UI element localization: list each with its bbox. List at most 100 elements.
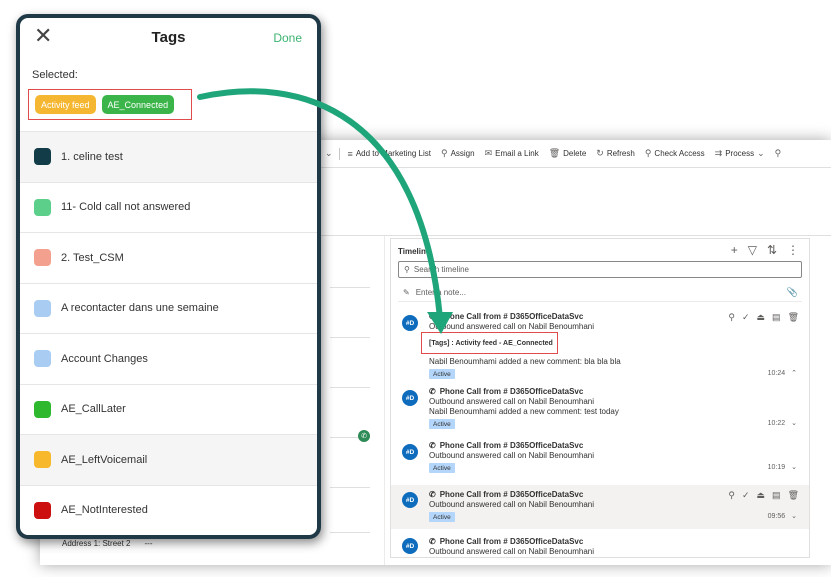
process-icon: ⇉ <box>714 148 723 158</box>
email-a-link-button[interactable]: ✉ Email a Link <box>485 148 539 159</box>
done-button[interactable]: Done <box>273 31 302 45</box>
filter-icon[interactable]: ▽ <box>748 243 757 257</box>
address-label: Address 1: Street 2 <box>62 539 131 548</box>
check-access-button[interactable]: ⚲ Check Access <box>645 148 705 159</box>
record-time: 09:56 ⌄ <box>768 512 797 521</box>
list-item[interactable]: A recontacter dans une semaine <box>20 282 317 334</box>
command-label: Add to Marketing List <box>355 149 431 158</box>
list-item[interactable]: AE_NotInterested <box>20 484 317 536</box>
chevron-down-icon[interactable]: ⌄ <box>791 512 797 520</box>
tag-label: AE_NotInterested <box>61 504 148 517</box>
list-icon: ≡ <box>347 148 353 159</box>
trash-icon: 🗑 <box>548 148 561 158</box>
timeline-record[interactable]: #D ✆ Phone Call from # D365OfficeDataSvc … <box>391 485 809 529</box>
selected-tag-chip[interactable]: AE_Connected <box>101 95 175 114</box>
tags-header: ✕ Tags Done <box>20 18 317 58</box>
flask-icon[interactable]: ⏏ <box>757 312 766 323</box>
command-label: Check Access <box>654 149 705 158</box>
chevron-down-icon[interactable]: ⌄ <box>791 419 797 427</box>
checkmark-icon[interactable]: ✓ <box>742 312 750 323</box>
list-item[interactable]: 11- Cold call not answered <box>20 181 317 233</box>
timeline-toolbar: + ▽ ⇅ ⋮ <box>731 243 799 257</box>
timeline-record[interactable]: #D ✆ Phone Call from # D365OfficeDataSvc … <box>391 305 809 381</box>
avatar: #D <box>402 492 418 508</box>
add-icon[interactable]: + <box>731 243 738 257</box>
timeline-search-input[interactable]: ⚲ Search timeline <box>398 261 802 278</box>
assign-icon[interactable]: ⚲ <box>728 312 735 323</box>
tag-color-swatch <box>34 148 51 166</box>
selected-tag-chip[interactable]: Activity feed <box>35 95 96 114</box>
refresh-button[interactable]: ↻ Refresh <box>596 148 635 159</box>
address-value[interactable]: --- <box>144 539 152 548</box>
chevron-up-icon[interactable]: ⌃ <box>791 369 797 377</box>
status-badge: Active <box>429 369 455 379</box>
list-item[interactable]: 1. celine test <box>20 131 317 182</box>
timeline-record[interactable]: #D ✆ Phone Call from # D365OfficeDataSvc … <box>391 532 809 559</box>
tag-color-swatch <box>34 400 51 418</box>
location-icon[interactable]: ⚲ <box>775 148 782 159</box>
timeline-record[interactable]: #D ✆ Phone Call from # D365OfficeDataSvc … <box>391 436 809 480</box>
tag-label: Account Changes <box>61 352 148 365</box>
search-placeholder: Search timeline <box>413 265 469 274</box>
selected-tags: Activity feed AE_Connected <box>28 89 192 120</box>
search-person-icon: ⚲ <box>644 148 652 158</box>
avatar: #D <box>402 538 418 554</box>
record-title-text: Phone Call from # D365OfficeDataSvc <box>439 490 584 499</box>
chevron-down-icon: ⌄ <box>757 148 765 158</box>
record-title-text: Phone Call from # D365OfficeDataSvc <box>439 537 584 546</box>
sort-icon[interactable]: ⇅ <box>767 243 777 257</box>
record-description: Outbound answered call on Nabil Benoumha… <box>429 397 594 406</box>
command-label: Delete <box>563 149 587 158</box>
timeline-title: Timeline <box>398 247 431 256</box>
open-record-icon[interactable]: ▤ <box>772 312 781 323</box>
list-item[interactable]: AE_CallLater <box>20 383 317 435</box>
tag-label: AE_LeftVoicemail <box>61 453 148 466</box>
trash-icon[interactable]: 🗑 <box>788 312 799 323</box>
list-item[interactable]: 2. Test_CSM <box>20 232 317 283</box>
avatar: #D <box>402 444 418 460</box>
assign-button[interactable]: ⚲ Assign <box>441 148 475 159</box>
record-title: ✆ Phone Call from # D365OfficeDataSvc <box>429 387 583 396</box>
process-button[interactable]: ⇉ Process ⌄ <box>715 148 765 159</box>
command-label: Email a Link <box>495 149 539 158</box>
phone-icon[interactable]: ✆ <box>358 430 370 442</box>
form-divider <box>330 287 370 288</box>
list-item[interactable]: AE_LeftVoicemail <box>20 434 317 485</box>
chevron-down-icon[interactable]: ⌄ <box>325 148 333 159</box>
form-divider <box>330 387 370 388</box>
command-label: Assign <box>450 149 475 158</box>
more-icon[interactable]: ⋮ <box>787 243 799 257</box>
tag-color-swatch <box>34 501 51 519</box>
timeline-panel: Timeline + ▽ ⇅ ⋮ ⚲ Search timeline ✎ Ent… <box>390 238 810 558</box>
time-text: 10:22 <box>767 419 786 427</box>
chevron-down-icon[interactable]: ⌄ <box>791 463 797 471</box>
phone-call-icon: ✆ <box>429 490 436 499</box>
command-label: Process <box>725 149 755 158</box>
tag-color-swatch <box>34 299 51 317</box>
record-title: ✆ Phone Call from # D365OfficeDataSvc <box>429 312 583 321</box>
selected-label: Selected: <box>32 69 78 81</box>
note-input[interactable]: ✎ Enter a note... 📎 <box>398 284 802 302</box>
delete-button[interactable]: 🗑 Delete <box>549 148 587 159</box>
list-item[interactable]: Account Changes <box>20 333 317 384</box>
record-description: Outbound answered call on Nabil Benoumha… <box>429 451 594 460</box>
assign-icon[interactable]: ⚲ <box>728 490 735 501</box>
record-comment: Nabil Benoumhami added a new comment: te… <box>429 407 619 416</box>
trash-icon[interactable]: 🗑 <box>788 490 799 501</box>
tags-panel: ✕ Tags Done Selected: Activity feed AE_C… <box>16 14 321 539</box>
attachment-icon[interactable]: 📎 <box>787 287 798 298</box>
note-placeholder: Enter a note... <box>415 288 466 297</box>
record-title: ✆ Phone Call from # D365OfficeDataSvc <box>429 490 583 499</box>
timeline-record[interactable]: #D ✆ Phone Call from # D365OfficeDataSvc … <box>391 382 809 432</box>
open-record-icon[interactable]: ▤ <box>772 490 781 501</box>
add-to-marketing-list-button[interactable]: ≡ Add to Marketing List <box>348 149 431 159</box>
record-title-text: Phone Call from # D365OfficeDataSvc <box>439 312 584 321</box>
phone-call-icon: ✆ <box>429 537 436 546</box>
tag-label: A recontacter dans une semaine <box>61 302 219 315</box>
address-field: Address 1: Street 2 --- <box>62 539 152 548</box>
record-time: 10:22 ⌄ <box>767 419 797 428</box>
tag-color-swatch <box>34 249 51 267</box>
checkmark-icon[interactable]: ✓ <box>742 490 750 501</box>
form-divider <box>330 532 370 533</box>
flask-icon[interactable]: ⏏ <box>757 490 766 501</box>
